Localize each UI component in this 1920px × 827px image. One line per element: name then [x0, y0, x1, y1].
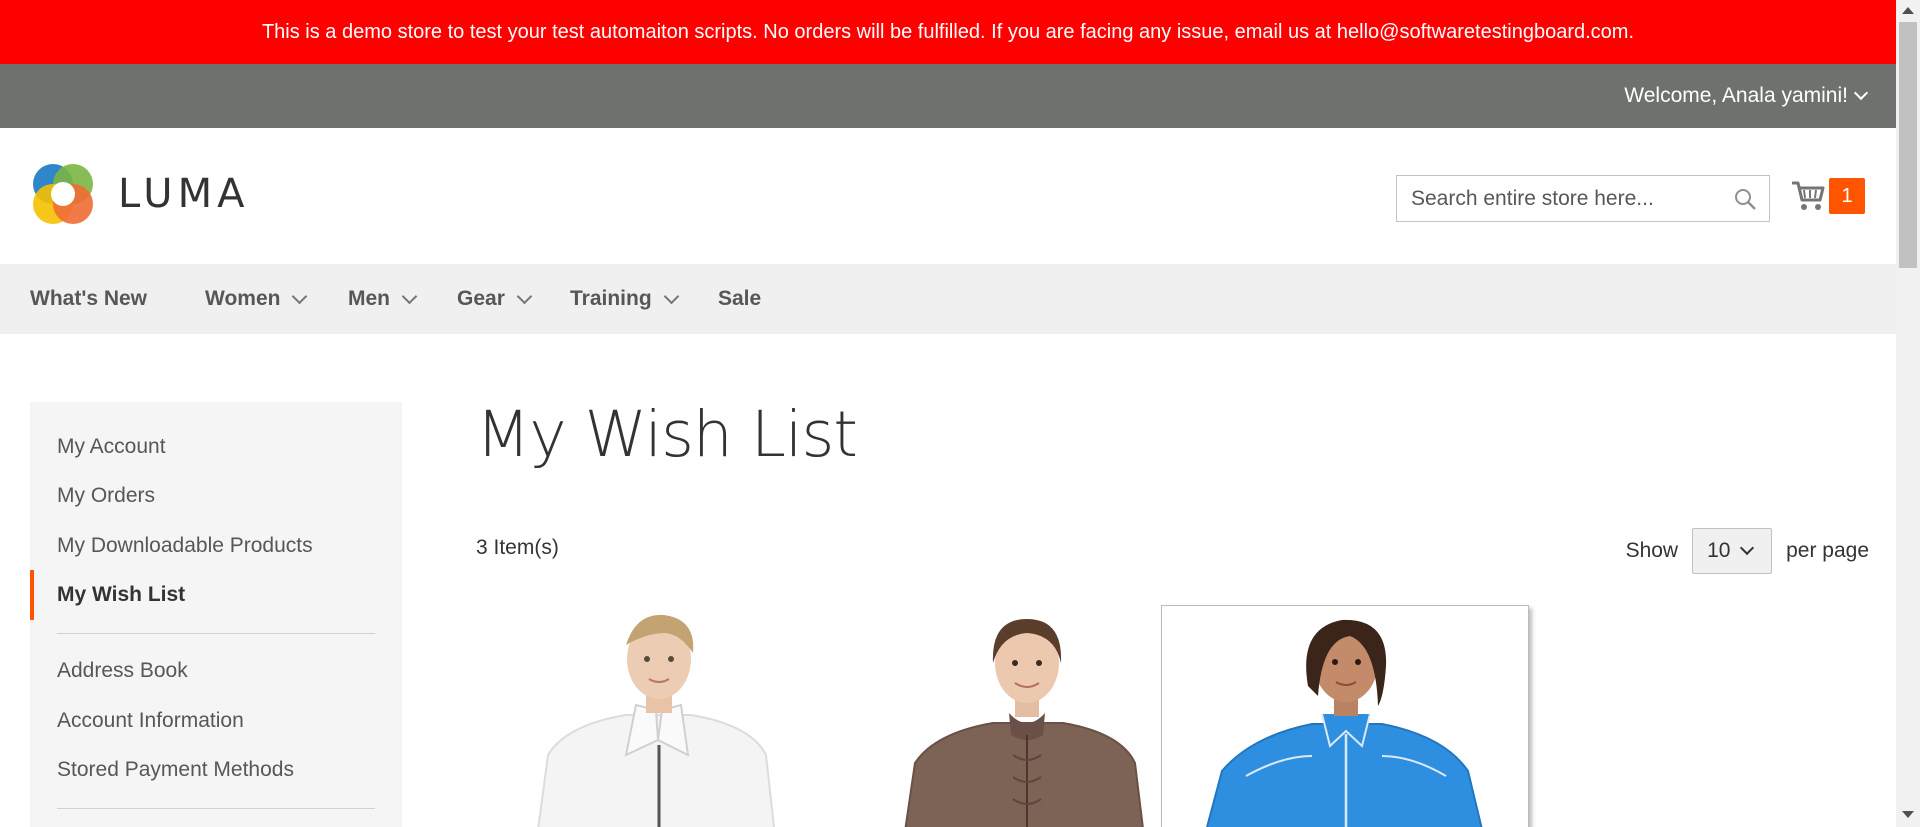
- chevron-down-icon: [292, 288, 308, 304]
- demo-notice-text: This is a demo store to test your test a…: [261, 20, 1635, 43]
- wishlist-product-image[interactable]: [476, 605, 844, 827]
- sidebar-item-my-account[interactable]: My Account: [57, 435, 166, 459]
- sidebar-item-stored-payment-methods[interactable]: Stored Payment Methods: [57, 758, 294, 782]
- sidebar-divider: [57, 633, 375, 634]
- customer-welcome-menu[interactable]: Welcome, Anala yamini!: [1624, 64, 1869, 128]
- logo-text: LUMA: [118, 171, 250, 217]
- main-navigation: What's New Women Men Gear Training Sale: [0, 264, 1896, 334]
- luma-logo-icon: [30, 161, 96, 227]
- nav-item-men[interactable]: Men: [348, 264, 418, 334]
- sidebar-item-my-wish-list: My Wish List: [57, 583, 186, 606]
- chevron-down-icon: [401, 288, 418, 304]
- nav-item-whats-new[interactable]: What's New: [30, 264, 147, 334]
- store-logo[interactable]: LUMA: [30, 161, 249, 227]
- chevron-down-icon: [1853, 85, 1869, 101]
- wishlist-product-image[interactable]: [1161, 605, 1529, 827]
- scroll-down-arrow-icon[interactable]: [1902, 811, 1914, 818]
- sidebar-divider: [57, 808, 375, 809]
- chevron-down-icon: [1740, 540, 1755, 556]
- active-indicator: [30, 570, 34, 620]
- sidebar-item-my-orders[interactable]: My Orders: [57, 484, 155, 508]
- search-icon[interactable]: [1733, 187, 1757, 211]
- demo-notice-banner: This is a demo store to test your test a…: [0, 0, 1896, 64]
- search-input[interactable]: [1411, 186, 1721, 211]
- wishlist-item-count: 3 Item(s): [476, 536, 559, 559]
- search-box: [1396, 175, 1770, 222]
- page-title: My Wish List: [476, 398, 858, 471]
- limiter-per-page-label: per page: [1786, 539, 1869, 562]
- nav-item-label: Training: [570, 287, 652, 310]
- header-panel: Welcome, Anala yamini!: [0, 64, 1896, 128]
- nav-item-label: Gear: [457, 287, 505, 310]
- sidebar-item-downloadable-products[interactable]: My Downloadable Products: [57, 534, 313, 558]
- nav-item-women[interactable]: Women: [205, 264, 308, 334]
- minicart-button[interactable]: 1: [1790, 178, 1865, 214]
- chevron-down-icon: [516, 288, 533, 304]
- cart-count-badge: 1: [1829, 178, 1865, 214]
- page-header: LUMA 1: [0, 128, 1896, 264]
- nav-item-gear[interactable]: Gear: [457, 264, 533, 334]
- limiter-select[interactable]: 10: [1692, 528, 1773, 574]
- limiter-show-label: Show: [1625, 539, 1679, 562]
- sidebar-item-account-information[interactable]: Account Information: [57, 709, 244, 733]
- nav-item-label: Men: [348, 287, 390, 310]
- page-limiter: Show 10 per page: [1626, 528, 1869, 574]
- chevron-down-icon: [663, 288, 679, 304]
- scroll-up-arrow-icon[interactable]: [1902, 7, 1914, 14]
- wishlist-product-image[interactable]: [843, 605, 1211, 827]
- welcome-text: Welcome, Anala yamini!: [1624, 84, 1848, 107]
- nav-item-sale[interactable]: Sale: [718, 264, 761, 334]
- nav-item-label: Women: [205, 287, 281, 310]
- nav-item-label: What's New: [30, 287, 148, 310]
- sidebar-item-address-book[interactable]: Address Book: [57, 659, 188, 683]
- scrollbar-thumb[interactable]: [1899, 22, 1917, 268]
- account-sidebar: My Account My Orders My Downloadable Pro…: [30, 402, 402, 827]
- nav-item-label: Sale: [718, 287, 762, 310]
- limiter-value: 10: [1707, 539, 1731, 562]
- page-scrollbar[interactable]: [1896, 0, 1920, 827]
- nav-item-training[interactable]: Training: [570, 264, 679, 334]
- cart-icon: [1790, 180, 1826, 212]
